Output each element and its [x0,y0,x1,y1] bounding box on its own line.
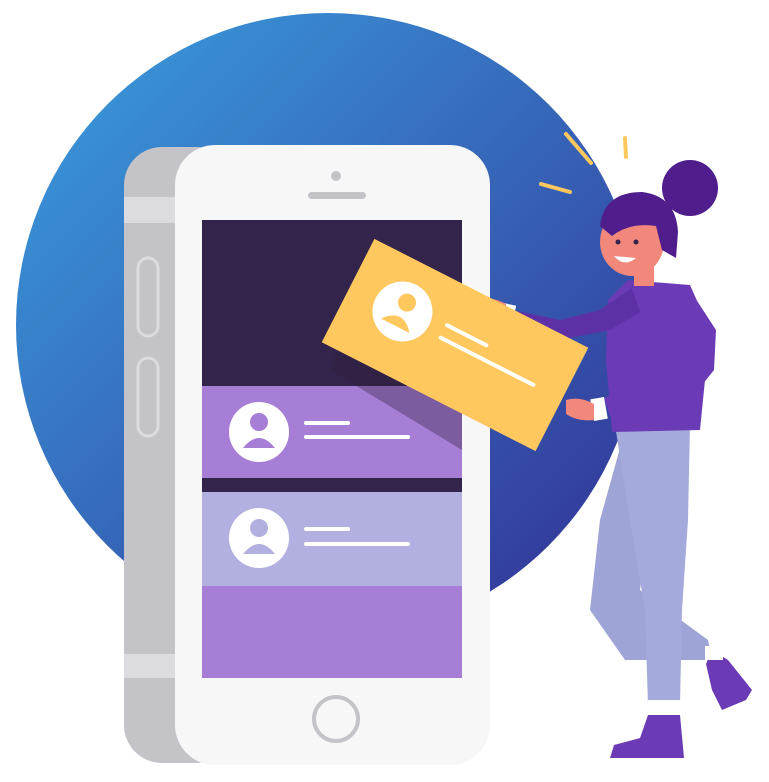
illustration-scene [16,13,752,765]
list-item-title-line [304,527,350,531]
user-avatar-icon [229,402,289,462]
list-item[interactable] [202,492,462,586]
list-item-title-line [304,421,350,425]
volume-button-down [136,356,160,438]
camera-icon [331,171,341,181]
user-avatar-icon [229,508,289,568]
list-item-subtitle-line [304,542,410,546]
phone [124,145,490,765]
list-item-subtitle-line [304,435,410,439]
shoe-front-icon [610,715,684,758]
speaker-icon [308,192,366,199]
empty-list-slot [202,586,462,678]
volume-button-up [136,256,160,338]
